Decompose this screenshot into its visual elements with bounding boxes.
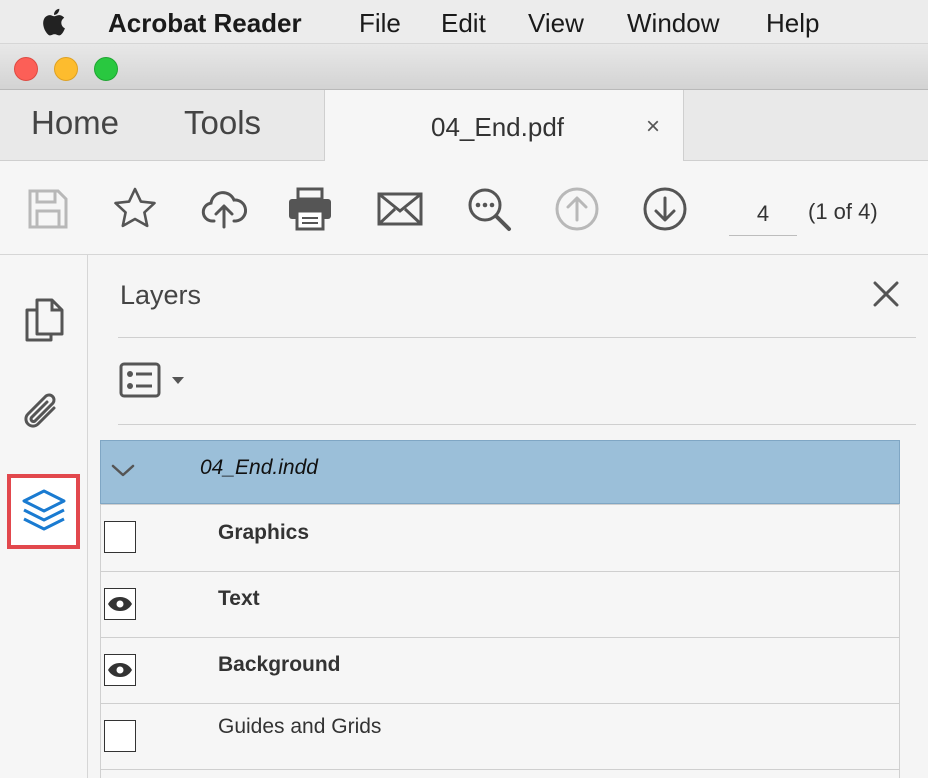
layer-name[interactable]: Background bbox=[218, 653, 341, 677]
row-divider bbox=[100, 637, 900, 638]
layers-icon[interactable] bbox=[20, 487, 68, 535]
page-number-input[interactable] bbox=[729, 192, 797, 236]
page-thumbnails-icon[interactable] bbox=[20, 296, 68, 344]
visibility-checkbox[interactable] bbox=[104, 720, 136, 752]
row-divider bbox=[100, 769, 900, 770]
page-count-label: (1 of 4) bbox=[808, 199, 878, 224]
menu-edit[interactable]: Edit bbox=[441, 8, 486, 39]
layer-name[interactable]: Guides and Grids bbox=[218, 715, 381, 739]
visibility-toggle[interactable] bbox=[104, 654, 136, 686]
document-tab-title: 04_End.pdf bbox=[431, 112, 565, 142]
row-divider bbox=[100, 703, 900, 704]
visibility-checkbox[interactable] bbox=[104, 521, 136, 553]
close-panel-icon[interactable] bbox=[870, 278, 902, 310]
menu-file[interactable]: File bbox=[359, 8, 401, 39]
next-page-icon[interactable] bbox=[641, 185, 689, 233]
layer-options-icon[interactable] bbox=[118, 360, 190, 402]
zoom-window-button[interactable] bbox=[94, 57, 118, 81]
row-divider bbox=[100, 571, 900, 572]
eye-icon bbox=[108, 663, 132, 677]
app-menu[interactable]: Acrobat Reader bbox=[108, 8, 302, 39]
close-window-button[interactable] bbox=[14, 57, 38, 81]
apple-logo-icon[interactable] bbox=[40, 8, 66, 36]
tab-tools[interactable]: Tools bbox=[184, 104, 261, 142]
attachments-icon[interactable] bbox=[18, 388, 66, 436]
upload-cloud-icon[interactable] bbox=[200, 185, 248, 233]
row-divider bbox=[100, 504, 900, 505]
save-icon[interactable] bbox=[24, 185, 72, 233]
tab-home[interactable]: Home bbox=[31, 104, 119, 142]
eye-icon bbox=[108, 597, 132, 611]
layer-name[interactable]: Graphics bbox=[218, 521, 309, 545]
menu-window[interactable]: Window bbox=[627, 8, 719, 39]
find-text-icon[interactable] bbox=[464, 185, 512, 233]
layer-name[interactable]: Text bbox=[218, 587, 260, 611]
close-tab-button[interactable]: × bbox=[646, 113, 660, 141]
minimize-window-button[interactable] bbox=[54, 57, 78, 81]
email-icon[interactable] bbox=[376, 185, 424, 233]
print-icon[interactable] bbox=[286, 185, 334, 233]
menu-bar: Acrobat Reader File Edit View Window Hel… bbox=[0, 0, 928, 44]
layer-root-label: 04_End.indd bbox=[200, 456, 318, 479]
visibility-toggle[interactable] bbox=[104, 588, 136, 620]
panel-title: Layers bbox=[120, 280, 202, 310]
chevron-down-icon[interactable] bbox=[110, 460, 136, 480]
menu-help[interactable]: Help bbox=[766, 8, 819, 39]
menu-view[interactable]: View bbox=[528, 8, 584, 39]
panel-divider bbox=[118, 337, 916, 338]
panel-divider bbox=[118, 424, 916, 425]
window-title-bar bbox=[0, 44, 928, 90]
previous-page-icon[interactable] bbox=[553, 185, 601, 233]
bookmark-star-icon[interactable] bbox=[111, 185, 159, 233]
